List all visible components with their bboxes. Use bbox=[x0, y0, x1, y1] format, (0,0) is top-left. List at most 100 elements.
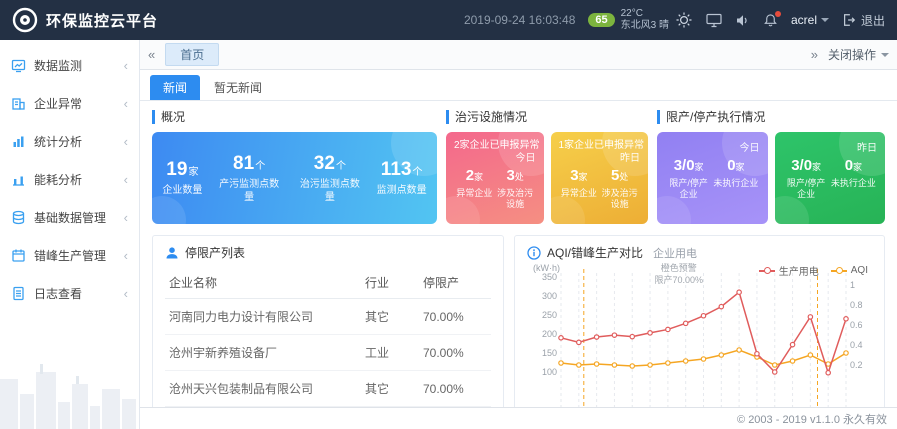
chart-legend: 生产用电 AQI bbox=[759, 263, 868, 278]
user-icon bbox=[165, 246, 179, 260]
chevron-left-icon bbox=[124, 172, 128, 187]
column-header-limit: 停限产 bbox=[419, 267, 491, 299]
news-bar: 新闻 暂无新闻 bbox=[140, 70, 897, 101]
cell-limit: 70.00% bbox=[419, 335, 491, 371]
panel-stop-list: 停限产列表 企业名称 行业 停限产 bbox=[152, 235, 504, 407]
logout-label: 退出 bbox=[861, 12, 885, 29]
section-title-pollution: 治污设施情况 bbox=[446, 110, 648, 124]
svg-text:0.2: 0.2 bbox=[850, 360, 863, 370]
svg-text:200: 200 bbox=[542, 329, 557, 339]
aqi-chart-canvas[interactable]: (kW·h) 橙色预警 限产70.00% 生产用电 bbox=[527, 263, 872, 407]
sun-icon bbox=[675, 11, 693, 29]
sidebar-item-peak-production[interactable]: 错峰生产管理 bbox=[0, 236, 139, 274]
logout-icon bbox=[842, 13, 856, 27]
legend-label: AQI bbox=[851, 265, 868, 276]
news-empty-label: 暂无新闻 bbox=[204, 75, 272, 100]
svg-text:0.8: 0.8 bbox=[850, 300, 863, 310]
aqi-chart-title: AQI/错峰生产对比 bbox=[547, 244, 643, 261]
chevron-left-icon bbox=[124, 96, 128, 111]
chart-line-icon bbox=[11, 172, 26, 187]
bell-icon[interactable] bbox=[763, 13, 778, 28]
sidebar-item-enterprise-abnormal[interactable]: 企业异常 bbox=[0, 84, 139, 122]
stat-total-points: 113个 监测点数量 bbox=[377, 159, 427, 197]
svg-text:0.4: 0.4 bbox=[850, 340, 863, 350]
cell-company: 河南同力电力设计有限公司 bbox=[165, 299, 361, 335]
sidebar-item-label: 能耗分析 bbox=[34, 171, 82, 188]
tab-news[interactable]: 新闻 bbox=[150, 75, 200, 100]
database-icon bbox=[11, 210, 26, 225]
cell-company: 沧州天兴包装制品有限公司 bbox=[165, 371, 361, 407]
app-root: 环保监控云平台 2019-09-24 16:03:48 65 22°C 东北风3… bbox=[0, 0, 897, 429]
section-overview: 概况 19家 企业数量 81个 产污监测点数量 32个 bbox=[152, 110, 437, 224]
logout-button[interactable]: 退出 bbox=[842, 12, 885, 29]
legend-item-power[interactable]: 生产用电 bbox=[759, 263, 819, 278]
copyright-label: © 2003 - 2019 v1.1.0 永久有效 bbox=[737, 411, 887, 427]
monitor-icon[interactable] bbox=[706, 13, 722, 28]
limit-card-today: 今日 3/0家 限产/停产企业 0家 未执行企业 bbox=[657, 132, 768, 224]
chevron-down-icon bbox=[881, 53, 889, 57]
column-header-industry: 行业 bbox=[361, 267, 419, 299]
dashboard-content: 概况 19家 企业数量 81个 产污监测点数量 32个 bbox=[140, 101, 897, 407]
footer: © 2003 - 2019 v1.1.0 永久有效 bbox=[140, 407, 897, 429]
overview-card: 19家 企业数量 81个 产污监测点数量 32个 治污监测点数量 bbox=[152, 132, 437, 224]
info-icon bbox=[527, 246, 541, 260]
section-title-overview: 概况 bbox=[152, 110, 437, 124]
enterprise-power-link[interactable]: 企业用电 bbox=[653, 245, 697, 261]
table-row[interactable]: 河南同力电力设计有限公司 其它 70.00% bbox=[165, 299, 491, 335]
temperature-label: 22°C bbox=[621, 8, 669, 21]
scroll-tabs-left-icon[interactable] bbox=[148, 47, 155, 62]
sidebar-item-basic-data[interactable]: 基础数据管理 bbox=[0, 198, 139, 236]
tab-bar: 首页 关闭操作 bbox=[140, 40, 897, 70]
sidebar-item-data-monitoring[interactable]: 数据监测 bbox=[0, 46, 139, 84]
username-label: acrel bbox=[791, 13, 817, 27]
pollution-card-today: 2家企业已申报异常 今日 2家 异常企业 3处 涉及治污设施 bbox=[446, 132, 544, 224]
chevron-left-icon bbox=[124, 134, 128, 149]
section-production-limit: 限产/停产执行情况 今日 3/0家 限产/停产企业 bbox=[657, 110, 885, 224]
pollution-card-yesterday: 1家企业已申报异常 昨日 3家 异常企业 5处 涉及治污设施 bbox=[551, 132, 649, 224]
chevron-down-icon bbox=[821, 18, 829, 22]
legend-marker-icon bbox=[831, 270, 847, 272]
tab-home[interactable]: 首页 bbox=[165, 43, 219, 66]
table-row[interactable]: 沧州宇新养殖设备厂 工业 70.00% bbox=[165, 335, 491, 371]
sidebar-item-label: 企业异常 bbox=[34, 95, 82, 112]
svg-text:0.6: 0.6 bbox=[850, 320, 863, 330]
svg-text:150: 150 bbox=[542, 348, 557, 358]
building-icon bbox=[11, 96, 26, 111]
sidebar-item-label: 错峰生产管理 bbox=[34, 247, 106, 264]
section-title-limit: 限产/停产执行情况 bbox=[657, 110, 885, 124]
stop-list-title: 停限产列表 bbox=[185, 244, 245, 261]
legend-label: 生产用电 bbox=[779, 263, 819, 278]
speaker-icon[interactable] bbox=[735, 13, 750, 28]
cell-industry: 其它 bbox=[361, 299, 419, 335]
chevron-left-icon bbox=[124, 210, 128, 225]
sidebar: 数据监测 企业异常 统计分析 能耗分析 bbox=[0, 40, 140, 429]
legend-marker-icon bbox=[759, 270, 775, 272]
cell-industry: 其它 bbox=[361, 371, 419, 407]
sidebar-item-log-view[interactable]: 日志查看 bbox=[0, 274, 139, 312]
sidebar-item-statistics[interactable]: 统计分析 bbox=[0, 122, 139, 160]
scroll-tabs-right-icon[interactable] bbox=[811, 47, 818, 62]
sidebar-item-label: 基础数据管理 bbox=[34, 209, 106, 226]
svg-text:100: 100 bbox=[542, 367, 557, 377]
close-operations-dropdown[interactable]: 关闭操作 bbox=[828, 46, 889, 63]
stop-list-table: 企业名称 行业 停限产 河南同力电力设计有限公司 其它 70.00% bbox=[165, 267, 491, 407]
chevron-left-icon bbox=[124, 286, 128, 301]
weather-label: 东北风3 晴 bbox=[621, 20, 669, 33]
svg-text:1: 1 bbox=[850, 280, 855, 290]
aqi-badge: 65 bbox=[588, 13, 614, 27]
cell-company: 沧州宇新养殖设备厂 bbox=[165, 335, 361, 371]
bar-chart-icon bbox=[11, 134, 26, 149]
stat-pollution-source-points: 81个 产污监测点数量 bbox=[215, 153, 283, 204]
legend-item-aqi[interactable]: AQI bbox=[831, 263, 868, 278]
chart-annotation: 橙色预警 限产70.00% bbox=[655, 263, 704, 286]
app-logo-icon bbox=[12, 7, 38, 33]
user-menu[interactable]: acrel bbox=[791, 13, 829, 27]
sidebar-item-energy-analysis[interactable]: 能耗分析 bbox=[0, 160, 139, 198]
main-area: 首页 关闭操作 新闻 暂无新闻 概况 bbox=[140, 40, 897, 429]
file-text-icon bbox=[11, 286, 26, 301]
column-header-company: 企业名称 bbox=[165, 267, 361, 299]
app-title: 环保监控云平台 bbox=[46, 10, 158, 31]
table-row[interactable]: 沧州天兴包装制品有限公司 其它 70.00% bbox=[165, 371, 491, 407]
datetime: 2019-09-24 16:03:48 bbox=[464, 13, 575, 27]
chevron-left-icon bbox=[124, 58, 128, 73]
